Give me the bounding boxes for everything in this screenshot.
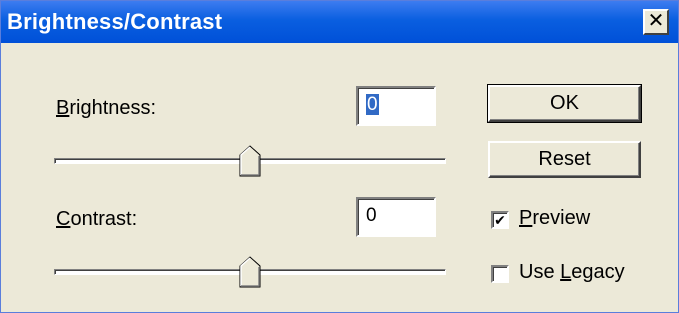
close-icon: ✕ (647, 10, 665, 32)
use-legacy-checkbox[interactable] (491, 265, 509, 283)
contrast-value: 0 (366, 205, 377, 226)
use-legacy-label-mnemonic: L (560, 261, 572, 283)
brightness-label-text: rightness: (69, 97, 157, 119)
contrast-label-text: ontrast: (70, 208, 138, 230)
window-title: Brightness/Contrast (7, 9, 223, 34)
ok-button[interactable]: OK (487, 84, 642, 123)
checkmark-icon: ✔ (494, 212, 506, 228)
slider-thumb-icon[interactable] (239, 256, 261, 288)
preview-checkbox[interactable]: ✔ (491, 211, 509, 229)
use-legacy-label-prefix: Use (519, 261, 561, 283)
preview-label[interactable]: Preview (519, 207, 590, 230)
brightness-label-mnemonic: B (56, 97, 70, 119)
brightness-label: Brightness: (56, 97, 156, 120)
preview-label-text: review (532, 207, 591, 229)
contrast-label-mnemonic: C (56, 208, 71, 230)
use-legacy-label-text: egacy (571, 261, 625, 283)
contrast-label: Contrast: (56, 208, 137, 231)
use-legacy-label[interactable]: Use Legacy (519, 261, 625, 284)
reset-button[interactable]: Reset (488, 141, 641, 178)
slider-thumb-icon[interactable] (239, 145, 261, 177)
preview-label-mnemonic: P (519, 207, 533, 229)
brightness-value: 0 (366, 94, 379, 115)
brightness-input[interactable]: 0 (356, 86, 436, 126)
title-bar[interactable]: Brightness/Contrast ✕ (1, 1, 678, 43)
dialog-window: Brightness/Contrast ✕ Brightness: 0 Cont… (0, 0, 679, 313)
close-button[interactable]: ✕ (643, 9, 669, 35)
contrast-input[interactable]: 0 (356, 197, 436, 237)
